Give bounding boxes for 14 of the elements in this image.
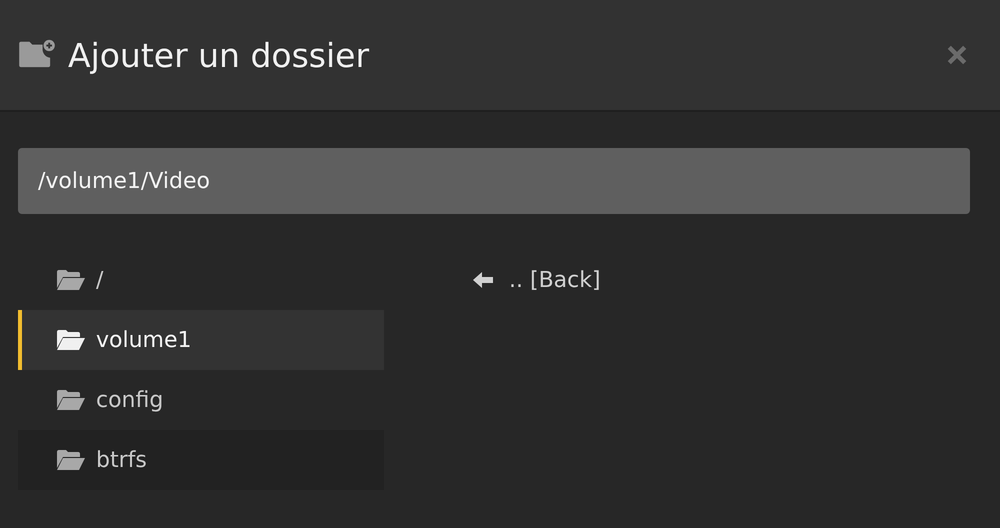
folder-item[interactable]: config (18, 370, 384, 430)
add-folder-icon (18, 38, 56, 68)
path-field[interactable]: /volume1/Video (18, 148, 970, 214)
folder-item[interactable]: volume1 (18, 310, 384, 370)
folder-item[interactable]: / (18, 250, 384, 310)
folder-icon (56, 449, 86, 471)
back-link[interactable]: .. [Back] (473, 250, 601, 310)
left-arrow-icon (473, 272, 493, 288)
folder-icon (56, 269, 86, 291)
folder-item[interactable]: btrfs (18, 430, 384, 490)
close-icon[interactable] (946, 44, 968, 66)
folder-icon (56, 389, 86, 411)
dialog-title: Ajouter un dossier (68, 36, 370, 74)
folder-icon (56, 329, 86, 351)
